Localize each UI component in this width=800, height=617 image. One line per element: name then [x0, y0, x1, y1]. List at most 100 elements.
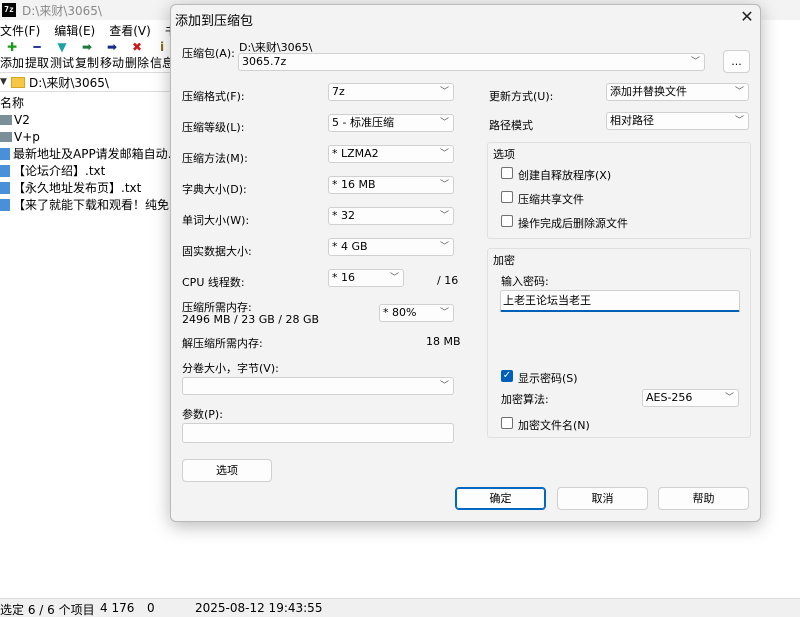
encryption-method-value: AES-256: [646, 391, 693, 404]
update-mode-select[interactable]: 添加并替换文件 ﹀: [606, 83, 749, 101]
mem-compress-detail: 2496 MB / 23 GB / 28 GB: [182, 313, 320, 326]
encryption-group: 加密 输入密码: 上老王论坛当老王 ✓ 显示密码(S) 加密算法: AES-25…: [487, 248, 751, 438]
7zip-app-icon: 7z: [2, 3, 16, 17]
add-to-archive-dialog: 添加到压缩包 ✕ 压缩包(A): D:\来财\3065\ 3065.7z ﹀ .…: [170, 4, 761, 522]
mem-decompress-label: 解压缩所需内存:: [182, 337, 263, 350]
folder-icon: [0, 114, 12, 125]
toolbar-button-3[interactable]: ➡ 复制: [75, 40, 99, 72]
menu-edit[interactable]: 编辑(E): [54, 22, 95, 39]
text-file-icon: [0, 181, 10, 194]
text-file-icon: [0, 164, 10, 177]
address-arrow-icon[interactable]: ▼: [0, 77, 9, 87]
status-bar: 选定 6 / 6 个项目 4 176 0 2025-08-12 19:43:55: [0, 598, 800, 617]
level-select[interactable]: 5 - 标准压缩 ﹀: [328, 114, 454, 132]
copy-arrow-icon: ➡: [81, 40, 93, 54]
menu-view[interactable]: 查看(V): [109, 22, 151, 39]
format-select[interactable]: 7z ﹀: [328, 83, 454, 101]
shared-files-label: 压缩共享文件: [518, 193, 584, 206]
chevron-down-icon: ﹀: [439, 87, 449, 97]
help-button[interactable]: 帮助: [658, 487, 749, 510]
list-item[interactable]: 【来了就能下载和观看！纯免...: [0, 196, 170, 213]
chevron-down-icon: ﹀: [439, 118, 449, 128]
password-input[interactable]: 上老王论坛当老王: [500, 290, 740, 312]
list-item[interactable]: V+p: [0, 128, 170, 145]
format-label: 压缩格式(F):: [182, 90, 245, 103]
show-password-label: 显示密码(S): [518, 372, 578, 385]
method-select[interactable]: * LZMA2 ﹀: [328, 145, 454, 163]
move-arrow-icon: ➡: [106, 40, 118, 54]
shared-files-checkbox[interactable]: [501, 191, 513, 203]
file-name: 最新地址及APP请发邮箱自动...: [13, 147, 170, 161]
list-item[interactable]: V2: [0, 111, 170, 128]
update-mode-value: 添加并替换文件: [610, 85, 687, 98]
solid-select[interactable]: * 4 GB ﹀: [328, 238, 454, 256]
show-password-checkbox[interactable]: ✓: [501, 370, 513, 382]
level-label: 压缩等级(L):: [182, 121, 245, 134]
word-select[interactable]: * 32 ﹀: [328, 207, 454, 225]
status-packed: 0: [147, 601, 155, 615]
toolbar-label: 移动: [100, 56, 125, 70]
encrypt-filenames-label: 加密文件名(N): [518, 419, 590, 432]
toolbar-button-0[interactable]: ✚ 添加: [0, 40, 24, 72]
mem-usage-value: * 80%: [383, 306, 417, 319]
close-icon[interactable]: ✕: [736, 7, 758, 27]
info-icon: i: [159, 40, 165, 54]
ok-button[interactable]: 确定: [455, 487, 546, 510]
list-item[interactable]: 【永久地址发布页】.txt: [0, 179, 170, 196]
chevron-down-icon: ﹀: [734, 116, 744, 126]
minus-icon: ━: [33, 40, 41, 54]
chevron-down-icon: ﹀: [439, 308, 449, 318]
cancel-button[interactable]: 取消: [557, 487, 648, 510]
file-name: 【来了就能下载和观看！纯免...: [13, 198, 170, 212]
password-label: 输入密码:: [501, 275, 549, 288]
threads-select[interactable]: * 16 ﹀: [328, 269, 404, 287]
main-window-title: D:\来财\3065\: [22, 3, 102, 18]
threads-value: * 16: [332, 271, 355, 284]
chevron-down-icon: ﹀: [439, 381, 449, 391]
path-mode-select[interactable]: 相对路径 ﹀: [606, 112, 749, 130]
chevron-down-icon: ﹀: [439, 149, 449, 159]
threads-max: / 16: [437, 274, 459, 287]
options-group-title: 选项: [493, 148, 515, 161]
options-group: 选项 创建自释放程序(X) 压缩共享文件 操作完成后删除源文件: [487, 142, 751, 239]
params-input[interactable]: [182, 423, 454, 443]
encryption-group-title: 加密: [493, 254, 515, 267]
menu-file[interactable]: 文件(F): [0, 22, 40, 39]
file-name: 【永久地址发布页】.txt: [13, 181, 142, 195]
toolbar-label: 复制: [75, 56, 100, 70]
mem-usage-select[interactable]: * 80% ﹀: [379, 304, 454, 322]
update-label: 更新方式(U):: [489, 90, 554, 103]
toolbar-button-5[interactable]: ✖ 删除: [125, 40, 149, 72]
dict-select[interactable]: * 16 MB ﹀: [328, 176, 454, 194]
sfx-label: 创建自释放程序(X): [518, 169, 612, 182]
method-value: * LZMA2: [332, 147, 379, 160]
toolbar-button-4[interactable]: ➡ 移动: [100, 40, 124, 72]
toolbar-label: 删除: [125, 56, 150, 70]
format-value: 7z: [332, 85, 345, 98]
main-toolbar: ✚ 添加 ━ 提取 ▼ 测试 ➡ 复制 ➡ 移动 ✖ 删除 i 信息: [0, 40, 175, 72]
browse-button[interactable]: ...: [723, 50, 750, 73]
options-button[interactable]: 选项: [182, 459, 272, 482]
address-bar: ▼ D:\来财\3065\: [0, 72, 170, 92]
sfx-checkbox[interactable]: [501, 167, 513, 179]
password-value: 上老王论坛当老王: [503, 294, 591, 307]
archive-name-combobox[interactable]: 3065.7z ﹀: [238, 53, 705, 71]
path-mode-value: 相对路径: [610, 114, 654, 127]
toolbar-label: 提取: [25, 56, 50, 70]
word-value: * 32: [332, 209, 355, 222]
list-item[interactable]: 最新地址及APP请发邮箱自动...: [0, 145, 170, 162]
encryption-method-select[interactable]: AES-256 ﹀: [642, 389, 739, 407]
toolbar-button-2[interactable]: ▼ 测试: [50, 40, 74, 72]
encrypt-filenames-checkbox[interactable]: [501, 417, 513, 429]
toolbar-button-1[interactable]: ━ 提取: [25, 40, 49, 72]
address-path[interactable]: D:\来财\3065\: [29, 74, 109, 91]
list-item[interactable]: 【论坛介绍】.txt: [0, 162, 170, 179]
path-mode-label: 路径模式: [489, 119, 533, 132]
column-header-name[interactable]: 名称: [0, 94, 24, 111]
status-datetime: 2025-08-12 19:43:55: [195, 601, 323, 615]
file-list: V2 V+p 最新地址及APP请发邮箱自动... 【论坛介绍】.txt 【永久地址发布页…: [0, 111, 170, 213]
delete-after-checkbox[interactable]: [501, 215, 513, 227]
split-combobox[interactable]: ﹀: [182, 377, 454, 395]
dict-label: 字典大小(D):: [182, 183, 247, 196]
mem-decompress-value: 18 MB: [426, 335, 461, 348]
